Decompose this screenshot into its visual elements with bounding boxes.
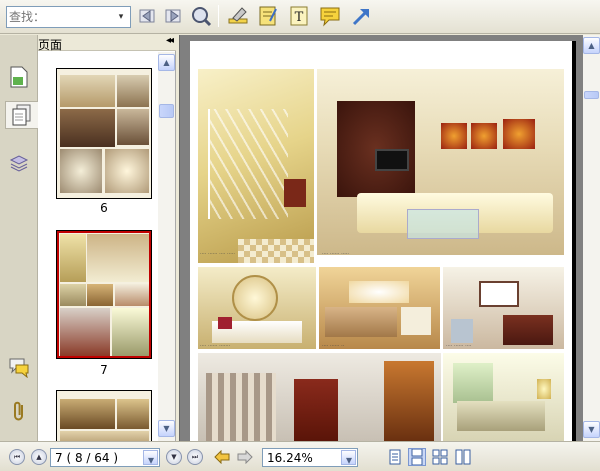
search-box[interactable]: ▾ (6, 6, 131, 28)
layers-tab[interactable] (5, 149, 33, 177)
pages-panel-title: 页面 (38, 38, 63, 52)
note-pad-icon (259, 6, 277, 26)
search-input[interactable] (9, 9, 113, 25)
arrow-up-icon: ▲ (163, 58, 170, 67)
page-thumbnail-selected[interactable] (56, 230, 152, 359)
text-tool-button[interactable]: T (287, 4, 311, 28)
collapse-panel-button[interactable]: ◂◂ (166, 35, 174, 46)
continuous-page-icon (411, 449, 423, 465)
pages-panel-header: 页面 ◂◂ (38, 35, 176, 52)
scroll-up-button[interactable]: ▲ (158, 54, 175, 71)
arrow-up-icon: ▲ (588, 41, 595, 50)
page-number-field[interactable]: 7 ( 8 / 64 ) ▾ (50, 448, 160, 467)
facing-pages-icon (432, 449, 448, 465)
go-back-button[interactable] (213, 448, 231, 466)
svg-text:T: T (295, 10, 304, 25)
thumbnail-label: 7 (100, 363, 108, 377)
go-forward-button[interactable] (236, 448, 254, 466)
photo-staircase (198, 69, 314, 263)
comments-icon (9, 358, 29, 378)
arrow-down-icon: ▼ (163, 424, 170, 433)
comment-tool-icon (320, 7, 340, 27)
pdf-reader-window: ▾ T (0, 0, 600, 471)
first-page-icon: ⏮ (13, 452, 21, 461)
pages-icon (12, 104, 31, 126)
document-page: ···· ······ ···· ····· ···· ······ ·····… (190, 41, 572, 441)
next-page-icon: ▼ (171, 453, 177, 461)
arrow-right-icon (237, 450, 253, 464)
page-thumbnail-tab[interactable] (5, 63, 33, 91)
navigation-tab-strip (0, 35, 38, 441)
text-tool-icon: T (290, 6, 308, 26)
layers-icon (9, 155, 29, 172)
scroll-down-button[interactable]: ▼ (158, 420, 175, 437)
next-match-button[interactable] (162, 4, 186, 28)
arrow-tool-button[interactable] (349, 4, 373, 28)
arrow-down-icon: ▼ (588, 425, 595, 434)
photo-bedroom-round (198, 267, 316, 349)
search-dropdown-button[interactable]: ▾ (113, 8, 129, 26)
photo-caption: ···· ······ ···· ····· (200, 251, 235, 257)
prev-match-button[interactable] (136, 4, 160, 28)
photo-hallway (198, 353, 441, 441)
prev-page-icon: ▲ (36, 453, 42, 461)
page-thumbnail-icon (10, 66, 28, 88)
thumbnail-list[interactable]: 6 7 (38, 52, 158, 441)
photo-caption: ···· ······ ····· (322, 251, 350, 257)
arrow-left-icon (214, 450, 230, 464)
first-page-button[interactable]: ⏮ (9, 449, 25, 465)
single-page-icon (389, 449, 401, 465)
document-view[interactable]: ···· ······ ···· ····· ···· ······ ·····… (179, 35, 583, 441)
comment-tool-button[interactable] (318, 4, 342, 28)
scroll-thumb[interactable] (584, 91, 599, 99)
scroll-down-button[interactable]: ▼ (583, 421, 600, 438)
cover-view-button[interactable] (454, 448, 472, 466)
two-page-icon (455, 449, 471, 465)
page-dropdown-button[interactable]: ▾ (143, 450, 158, 467)
toolbar-separator (218, 5, 219, 27)
photo-guest-room (443, 353, 564, 441)
search-options-icon (192, 7, 212, 27)
photo-caption: ···· ······ ·· (322, 343, 345, 349)
comments-tab[interactable] (5, 353, 33, 381)
document-scrollbar[interactable]: ▲ ▼ (583, 35, 600, 441)
scroll-up-button[interactable]: ▲ (583, 37, 600, 54)
photo-living-room (317, 69, 564, 255)
zoom-dropdown-button[interactable]: ▾ (341, 450, 356, 467)
page-shadow (572, 41, 576, 441)
status-bar: ⏮ ▲ 7 ( 8 / 64 ) ▾ ▼ ⏭ 16.24% ▾ (0, 441, 600, 471)
single-page-view-button[interactable] (386, 448, 404, 466)
photo-study (443, 267, 564, 349)
photo-bedroom-warm (319, 267, 440, 349)
highlight-tool-button[interactable] (226, 4, 250, 28)
zoom-level: 16.24% (267, 451, 313, 465)
next-page-button[interactable]: ▼ (166, 449, 182, 465)
photo-caption: ···· ······ ······· (200, 343, 231, 349)
pages-tab[interactable] (5, 101, 38, 129)
attachments-icon (14, 401, 23, 421)
photo-caption: ···· ······ ···· (446, 343, 472, 349)
search-options-button[interactable] (189, 4, 213, 28)
highlight-tool-icon (228, 7, 248, 24)
zoom-field[interactable]: 16.24% ▾ (262, 448, 358, 467)
attachments-tab[interactable] (5, 397, 33, 425)
scroll-thumb[interactable] (159, 104, 174, 118)
thumbnail-label: 6 (100, 201, 108, 215)
note-pad-button[interactable] (256, 4, 280, 28)
toolbar: ▾ T (0, 0, 600, 34)
last-page-icon: ⏭ (191, 452, 199, 461)
page-thumbnail[interactable] (56, 68, 152, 199)
thumbnail-scrollbar[interactable]: ▲ ▼ (158, 52, 175, 441)
facing-view-button[interactable] (431, 448, 449, 466)
continuous-view-button[interactable] (408, 448, 426, 466)
pages-panel: 页面 ◂◂ 6 7 ▲ ▼ (38, 35, 176, 441)
next-match-icon (165, 9, 181, 23)
last-page-button[interactable]: ⏭ (187, 449, 203, 465)
prev-match-icon (139, 9, 155, 23)
page-thumbnail[interactable] (56, 390, 152, 441)
prev-page-button[interactable]: ▲ (31, 449, 47, 465)
arrow-tool-icon (352, 9, 369, 26)
page-number-text: 7 ( 8 / 64 ) (55, 451, 119, 465)
